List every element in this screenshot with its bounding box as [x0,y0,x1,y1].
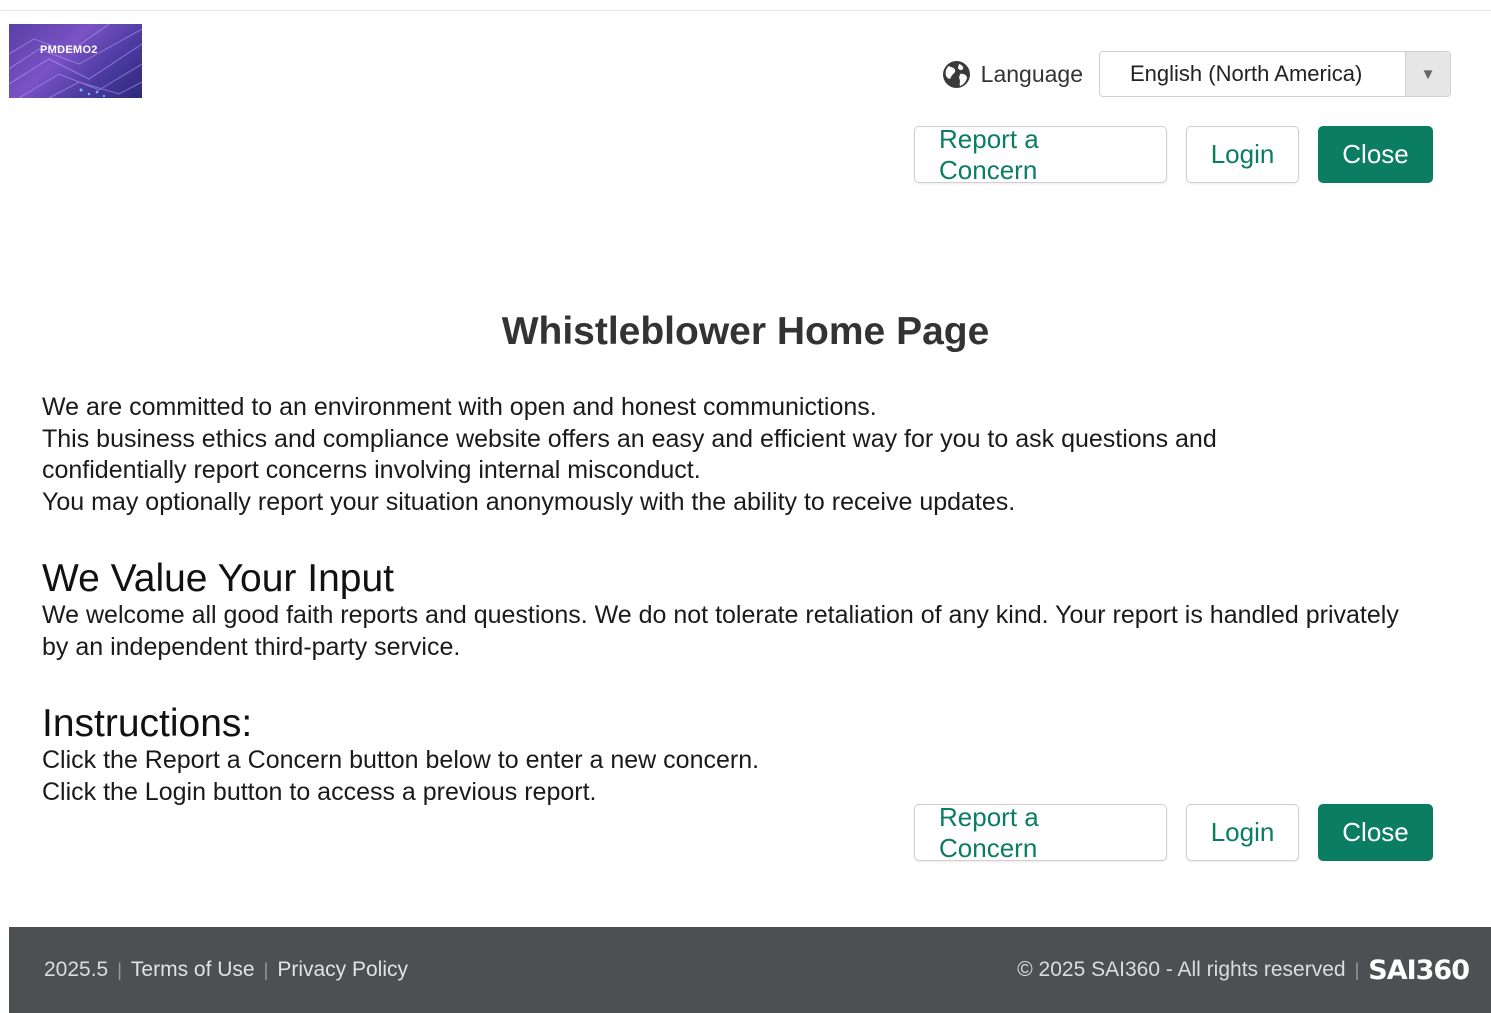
bottom-action-buttons: Report a Concern Login Close [914,802,1433,863]
report-concern-button[interactable]: Report a Concern [914,802,1167,863]
close-button[interactable]: Close [1318,126,1433,183]
close-button[interactable]: Close [1318,804,1433,861]
top-action-buttons: Report a Concern Login Close [914,124,1433,185]
language-label: Language [980,60,1083,87]
main-content: We are committed to an environment with … [42,392,1452,808]
instruction-line-1: Click the Report a Concern button below … [42,746,760,774]
footer: 2025.5 | Terms of Use | Privacy Policy ©… [9,927,1491,1013]
language-selected-value: English (North America) [1130,61,1363,86]
footer-right: © 2025 SAI360 - All rights reserved | SA… [1017,927,1470,1013]
language-selector-group: Language English (North America) ▼ [942,50,1451,98]
globe-icon [942,60,971,89]
language-dropdown[interactable]: English (North America) ▼ [1099,51,1451,97]
page-title: Whistleblower Home Page [501,310,990,353]
privacy-policy-link[interactable]: Privacy Policy [277,958,408,982]
version-label: 2025.5 [44,958,109,981]
login-button[interactable]: Login [1186,804,1299,861]
footer-separator: | [117,959,122,980]
copyright-text: © 2025 SAI360 - All rights reserved [1017,958,1346,981]
footer-left: 2025.5 | Terms of Use | Privacy Policy [44,927,408,1013]
footer-separator: | [263,959,269,980]
intro-line-3: You may optionally report your situation… [42,487,1016,516]
footer-separator: | [1354,959,1360,980]
value-heading: We Value Your Input [42,557,394,600]
value-text: We welcome all good faith reports and qu… [42,601,1399,661]
company-logo: PMDEMO2 [9,24,142,98]
instructions-heading: Instructions: [42,702,253,745]
intro-line-1: We are committed to an environment with … [42,393,877,421]
logo-text: PMDEMO2 [40,44,98,56]
terms-of-use-link[interactable]: Terms of Use [131,958,255,982]
report-concern-button[interactable]: Report a Concern [914,124,1167,185]
login-button[interactable]: Login [1186,126,1299,183]
chevron-down-icon[interactable]: ▼ [1405,52,1450,96]
intro-line-2: This business ethics and compliance webs… [42,424,1217,485]
brand-logo: SAI360 [1368,954,1470,986]
top-divider [0,10,1491,11]
